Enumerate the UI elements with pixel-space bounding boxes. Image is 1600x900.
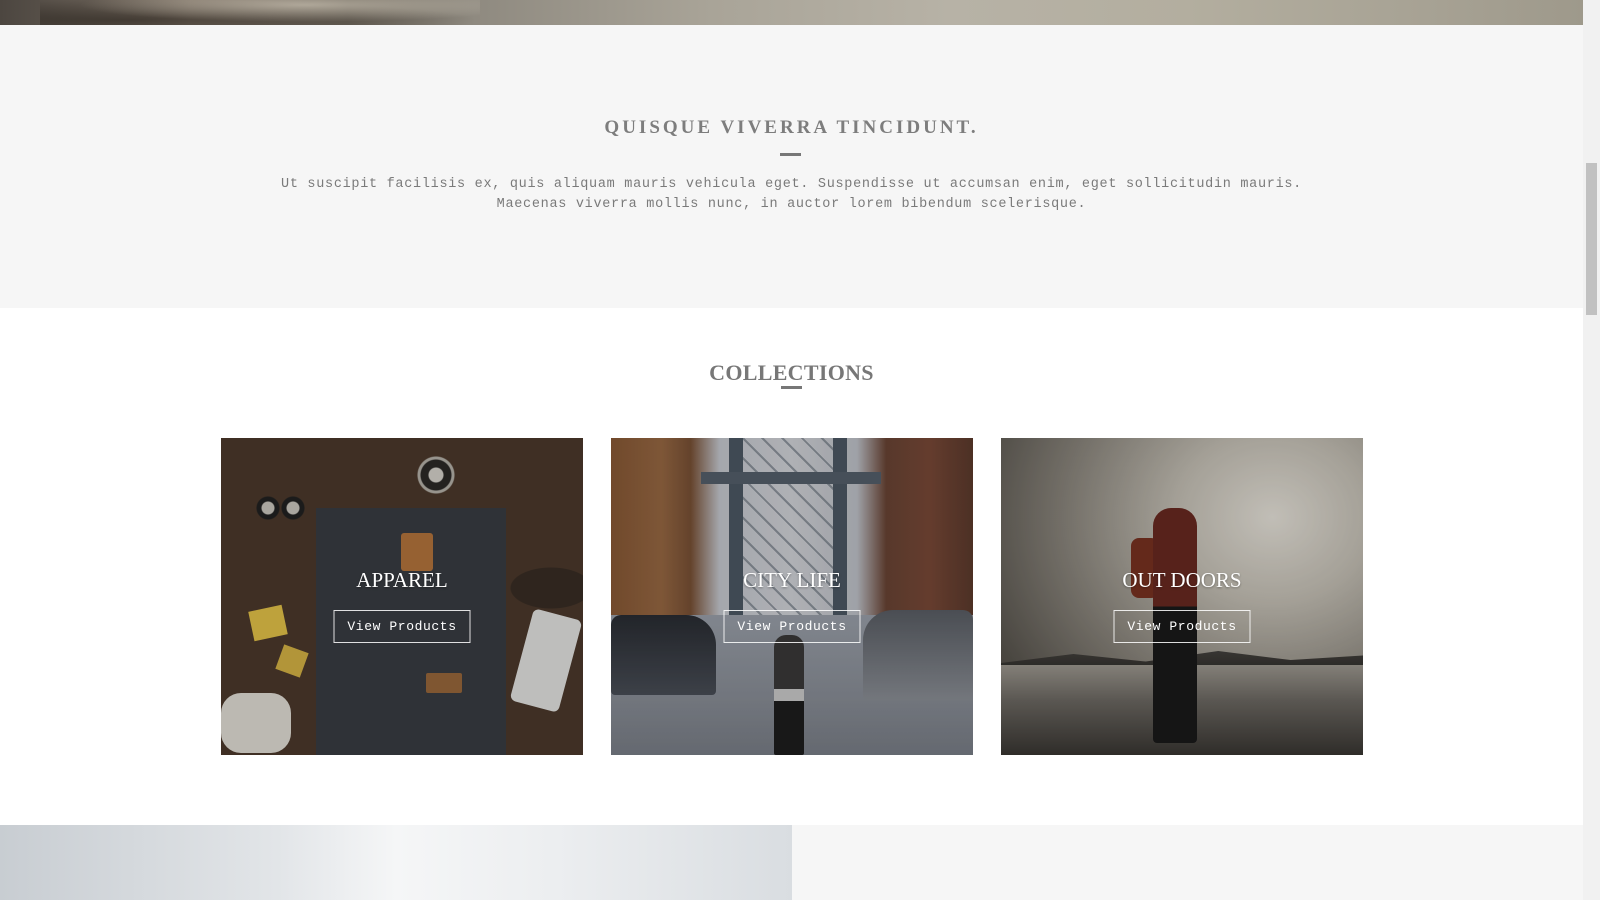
intro-section: QUISQUE VIVERRA TINCIDUNT. Ut suscipit f… (0, 25, 1583, 308)
view-products-button[interactable]: View Products (723, 610, 861, 643)
image-overlay (1001, 438, 1363, 755)
collection-title: OUT DOORS (1122, 568, 1242, 592)
collections-title: COLLECTIONS (709, 360, 874, 385)
hero-image (0, 0, 1583, 25)
intro-text-line-1: Ut suscipit facilisis ex, quis aliquam m… (281, 177, 1302, 192)
image-overlay (611, 438, 973, 755)
view-products-button[interactable]: View Products (1113, 610, 1251, 643)
intro-text: Ut suscipit facilisis ex, quis aliquam m… (250, 175, 1333, 215)
page: QUISQUE VIVERRA TINCIDUNT. Ut suscipit f… (0, 0, 1583, 900)
collections-divider (781, 386, 802, 389)
collection-card-city-life[interactable]: CITY LIFE View Products (611, 438, 973, 755)
bottom-image (0, 825, 792, 900)
scrollbar-track[interactable] (1583, 0, 1600, 900)
title-divider (780, 153, 801, 156)
view-products-button[interactable]: View Products (333, 610, 471, 643)
collection-title: CITY LIFE (743, 568, 841, 592)
intro-title: QUISQUE VIVERRA TINCIDUNT. (604, 117, 979, 138)
image-overlay (221, 438, 583, 755)
collection-title: APPAREL (356, 568, 448, 592)
collection-card-out-doors[interactable]: OUT DOORS View Products (1001, 438, 1363, 755)
bottom-section (0, 825, 1583, 900)
intro-text-line-2: Maecenas viverra mollis nunc, in auctor … (496, 197, 1087, 212)
collection-card-apparel[interactable]: APPAREL View Products (221, 438, 583, 755)
collections-section: COLLECTIONS APPAREL View Products CITY L… (0, 308, 1583, 825)
scrollbar-thumb[interactable] (1586, 163, 1597, 315)
